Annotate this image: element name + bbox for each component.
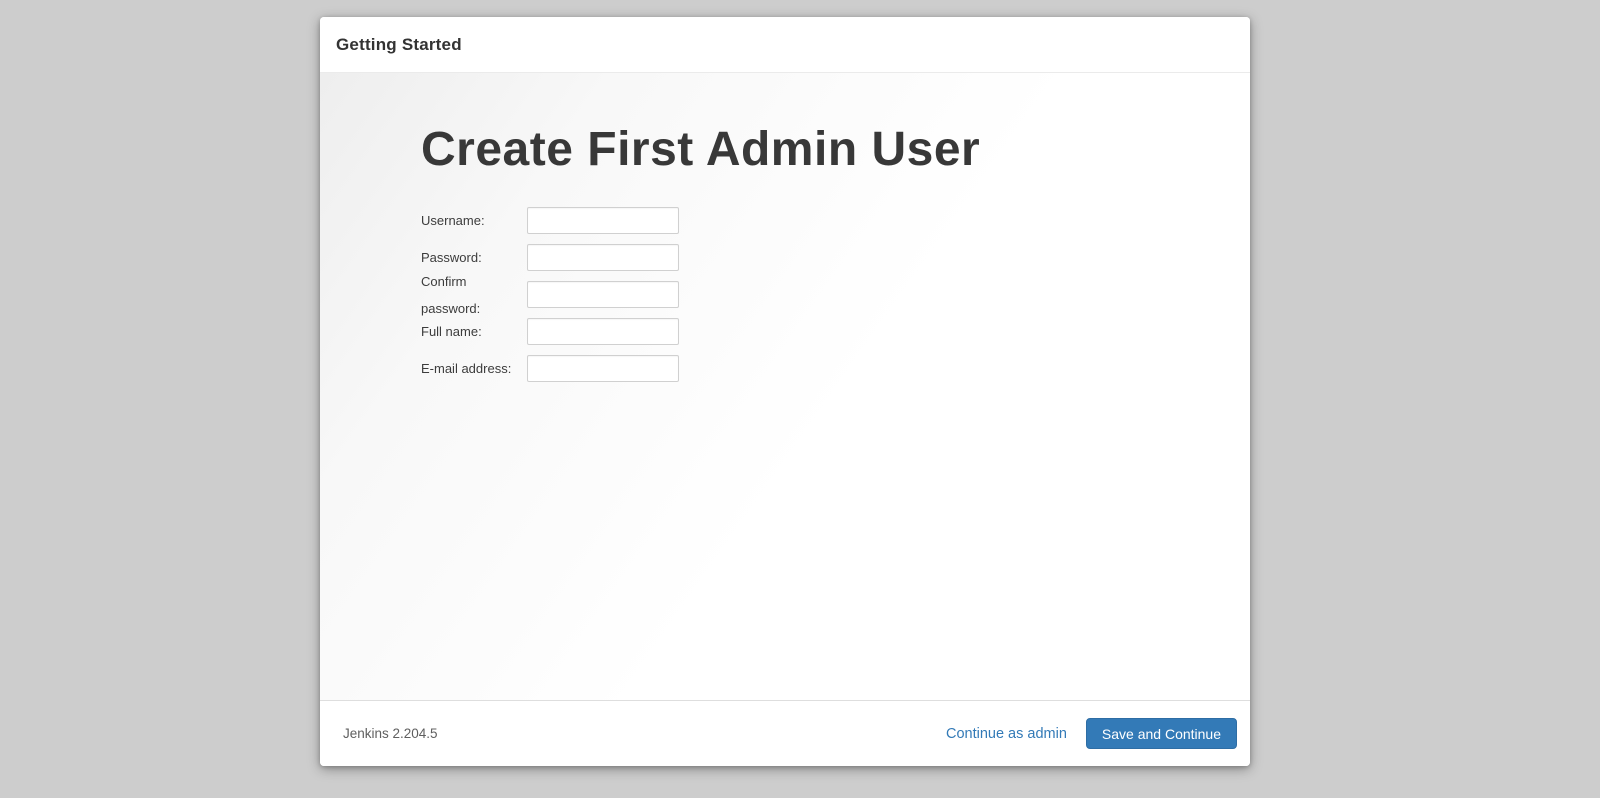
wizard-content: Create First Admin User Username: Passwo…	[320, 73, 1250, 700]
form-row-full-name: Full name:	[421, 318, 1250, 345]
save-and-continue-button[interactable]: Save and Continue	[1086, 718, 1237, 749]
username-input[interactable]	[527, 207, 679, 234]
form-row-confirm-password: Confirm password:	[421, 281, 1250, 308]
full-name-input[interactable]	[527, 318, 679, 345]
admin-user-form: Username: Password: Confirm password: Fu…	[421, 207, 1250, 382]
confirm-password-input[interactable]	[527, 281, 679, 308]
wizard-header: Getting Started	[320, 17, 1250, 73]
page-title: Create First Admin User	[421, 121, 1250, 179]
setup-wizard-dialog: Getting Started Create First Admin User …	[320, 17, 1250, 766]
password-input[interactable]	[527, 244, 679, 271]
confirm-password-label: Confirm password:	[421, 268, 527, 322]
jenkins-version: Jenkins 2.204.5	[343, 726, 438, 741]
form-row-email: E-mail address:	[421, 355, 1250, 382]
username-label: Username:	[421, 207, 527, 234]
continue-as-admin-link[interactable]: Continue as admin	[946, 726, 1067, 742]
email-input[interactable]	[527, 355, 679, 382]
wizard-header-title: Getting Started	[336, 35, 462, 55]
form-row-username: Username:	[421, 207, 1250, 234]
wizard-footer: Jenkins 2.204.5 Continue as admin Save a…	[320, 700, 1250, 766]
page-background: { "header": { "title": "Getting Started"…	[0, 0, 1600, 798]
full-name-label: Full name:	[421, 318, 527, 345]
email-label: E-mail address:	[421, 355, 527, 382]
form-row-password: Password:	[421, 244, 1250, 271]
